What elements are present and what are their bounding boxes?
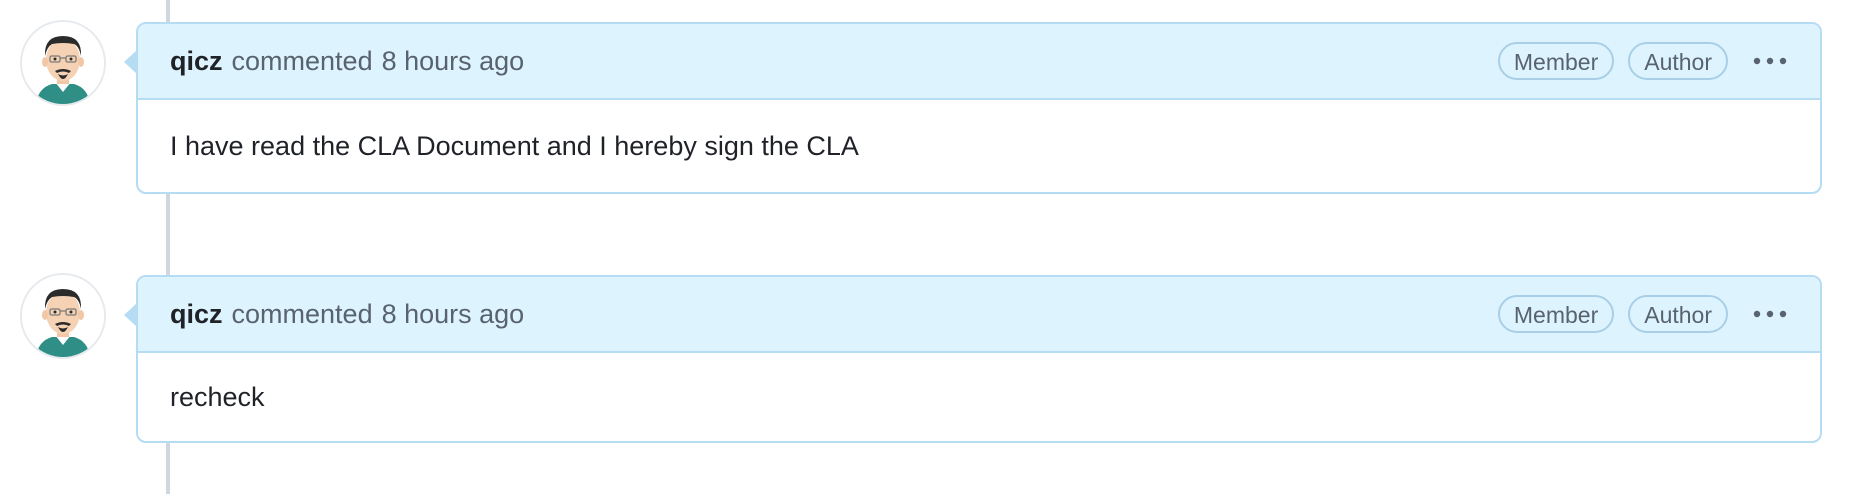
avatar[interactable] [22,275,104,357]
comment-body: recheck [138,353,1820,441]
comment-text: I have read the CLA Document and I hereb… [170,130,859,161]
comment-timestamp[interactable]: 8 hours ago [382,46,525,77]
comment-header: qicz commented 8 hours ago Member Author [138,24,1820,100]
author-link[interactable]: qicz [170,46,223,77]
user-avatar-icon [22,22,104,104]
comment-box: qicz commented 8 hours ago Member Author… [136,22,1822,194]
member-badge: Member [1497,295,1615,333]
comment-action: commented [231,45,373,76]
avatar[interactable] [22,22,104,104]
comment-action: commented [231,298,373,329]
kebab-horizontal-icon [1753,57,1787,65]
author-badge: Author [1628,42,1728,80]
comment-menu-button[interactable] [1750,43,1790,79]
comment-header: qicz commented 8 hours ago Member Author [138,277,1820,353]
comment-menu-button[interactable] [1750,296,1790,332]
comment-timestamp[interactable]: 8 hours ago [382,299,525,330]
author-link[interactable]: qicz [170,299,223,330]
comment-text: recheck [170,381,265,412]
comment-box: qicz commented 8 hours ago Member Author… [136,275,1822,443]
member-badge: Member [1497,42,1615,80]
comment-body: I have read the CLA Document and I hereb… [138,100,1820,192]
user-avatar-icon [22,275,104,357]
author-badge: Author [1628,295,1728,333]
kebab-horizontal-icon [1753,310,1787,318]
